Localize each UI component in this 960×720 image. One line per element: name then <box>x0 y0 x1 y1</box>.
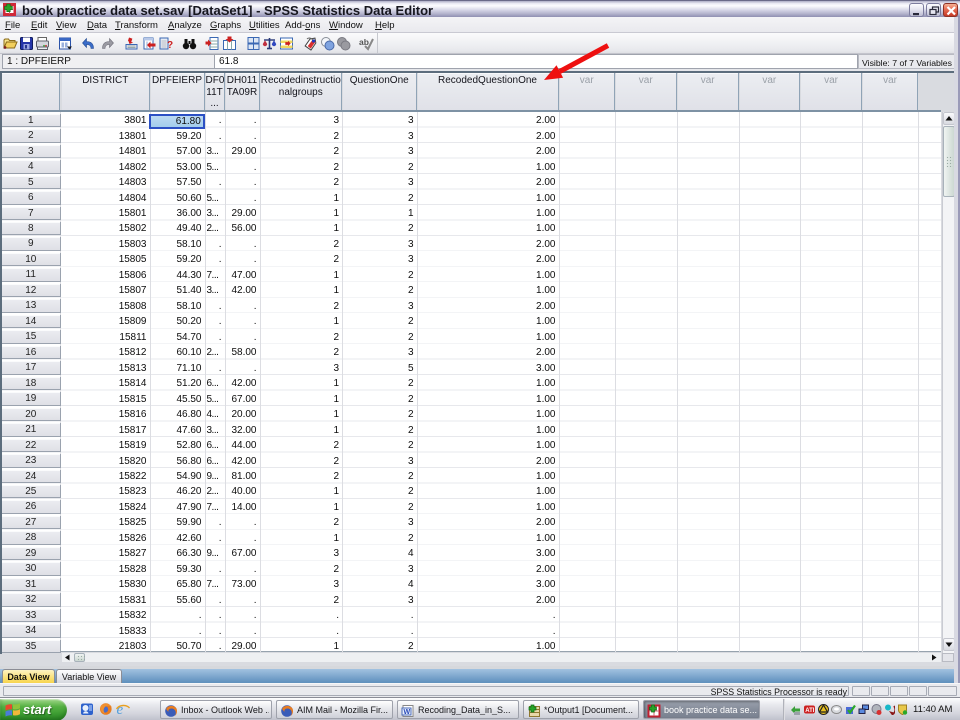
svg-text:e: e <box>117 702 124 716</box>
svg-text:W: W <box>404 709 411 716</box>
svg-text:ATI: ATI <box>805 708 815 714</box>
